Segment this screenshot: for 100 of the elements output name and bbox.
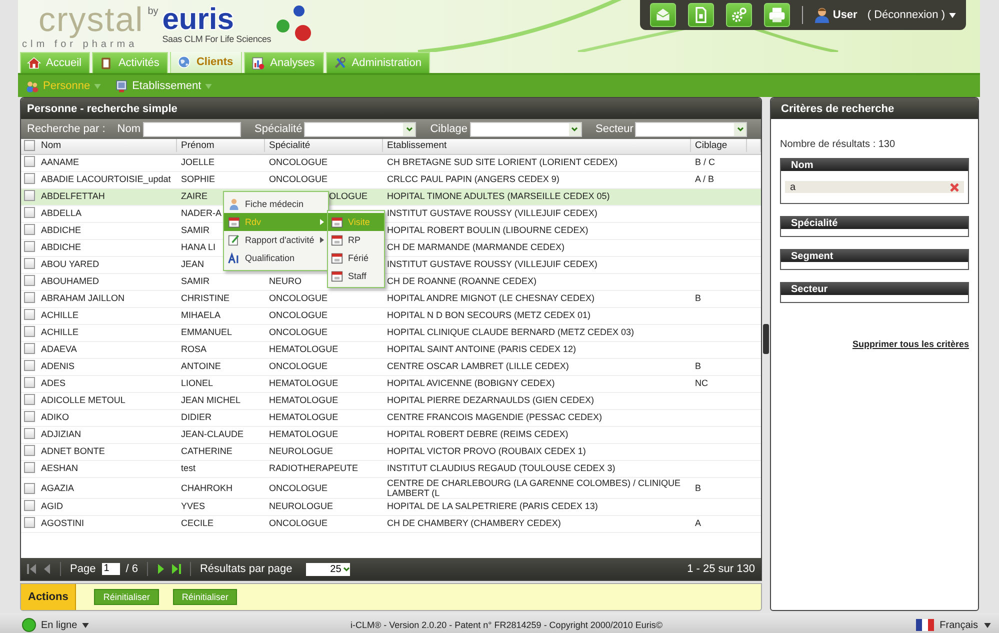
table-row[interactable]: AGOSTINI CECILE ONCOLOGUE CH DE CHAMBERY (CHAMBERY CEDEX) A: [21, 516, 761, 533]
toolbar-button[interactable]: [650, 3, 676, 27]
row-checkbox[interactable]: [24, 500, 34, 512]
table-cell: ABADIE LACOURTOISIE_updat: [41, 174, 171, 184]
row-checkbox[interactable]: [24, 360, 34, 372]
table-cell: HOPITAL TIMONE ADULTES (MARSEILLE CEDEX 05): [387, 190, 610, 201]
table-row[interactable]: ADENIS ANTOINE ONCOLOGUE CENTRE OSCAR LAMBRET (LILLE CEDEX) B: [21, 359, 761, 376]
table-row[interactable]: AGID YVES NEUROLOGUE HOPITAL DE LA SALPETRIERE (PARIS CEDEX 13): [21, 499, 761, 516]
row-checkbox[interactable]: [24, 326, 34, 338]
column-header[interactable]: Nom: [37, 139, 177, 152]
toolbar-button[interactable]: [688, 3, 714, 27]
column-header[interactable]: Etablissement: [383, 139, 691, 152]
last-page-icon[interactable]: [172, 564, 181, 574]
splitter-handle[interactable]: [763, 324, 769, 354]
globe-icon: [177, 55, 192, 69]
logout-link[interactable]: ( Déconnexion ): [867, 9, 945, 21]
column-header[interactable]: Spécialité: [265, 139, 383, 152]
table-row[interactable]: AESHAN test RADIOTHERAPEUTE INSTITUT CLAUDIUS REGAUD (TOULOUSE CEDEX 3): [21, 461, 761, 478]
table-cell: NC: [695, 378, 708, 388]
calendar-icon: [331, 234, 343, 246]
row-checkbox[interactable]: [24, 258, 34, 270]
column-header[interactable]: Prénom: [177, 139, 265, 152]
table-cell: CH DE CHAMBERY (CHAMBERY CEDEX): [387, 518, 561, 528]
previous-page-icon[interactable]: [42, 564, 51, 574]
row-checkbox[interactable]: [24, 462, 34, 474]
table-row[interactable]: ACHILLE MIHAELA ONCOLOGUE HOPITAL N D BON SECOURS (METZ CEDEX 01): [21, 308, 761, 325]
page-input[interactable]: 1: [102, 563, 120, 576]
table-row[interactable]: ADJIZIAN JEAN-CLAUDE HEMATOLOGUE HOPITAL ROBERT DEBRE (REIMS CEDEX): [21, 427, 761, 444]
row-checkbox[interactable]: [24, 411, 34, 422]
row-checkbox[interactable]: [24, 224, 34, 236]
caret-icon: [205, 84, 212, 88]
table-cell: HOPITAL CLINIQUE CLAUDE BERNARD (METZ CEDEX 03): [387, 326, 634, 337]
row-checkbox[interactable]: [24, 482, 34, 494]
chevron-icon: [571, 126, 578, 132]
table-cell: ONCOLOGUE: [269, 156, 328, 167]
select-field[interactable]: [470, 122, 582, 136]
row-checkbox[interactable]: [24, 394, 34, 406]
row-checkbox[interactable]: [24, 156, 34, 168]
status-text[interactable]: En ligne: [41, 620, 78, 630]
per-page-select[interactable]: 25: [306, 562, 350, 576]
toolbar-button[interactable]: [764, 3, 790, 27]
table-cell: DIDIER: [181, 412, 212, 422]
toolbar-button[interactable]: [726, 3, 752, 27]
table-row[interactable]: ADAEVA ROSA HEMATOLOGUE HOPITAL SAINT ANTOINE (PARIS CEDEX 12): [21, 342, 761, 359]
row-checkbox[interactable]: [24, 343, 34, 354]
row-checkbox[interactable]: [24, 428, 34, 440]
table-cell: HANA LI: [181, 242, 216, 252]
table-row[interactable]: ADICOLLE METOUL JEAN MICHEL HEMATOLOGUE HOPITAL PIERRE DEZARNAULDS (GIEN CEDEX): [21, 393, 761, 410]
table-cell: ABDICHE: [41, 242, 82, 252]
table-cell: ANTOINE: [181, 360, 221, 371]
table-cell: CECILE: [181, 518, 214, 528]
row-checkbox[interactable]: [24, 377, 34, 388]
table-cell: HOPITAL DE LA SALPETRIERE (PARIS CEDEX 13): [387, 500, 598, 511]
row-checkbox[interactable]: [24, 275, 34, 286]
flag-icon: [916, 619, 934, 631]
table-cell: YVES: [181, 500, 206, 511]
row-checkbox[interactable]: [24, 207, 34, 218]
dropdown-button[interactable]: [568, 122, 581, 136]
select-field[interactable]: [304, 122, 416, 136]
first-page-icon[interactable]: [27, 564, 36, 574]
row-checkbox[interactable]: [24, 241, 34, 252]
table-cell: EMMANUEL: [181, 326, 232, 337]
select-all-checkbox[interactable]: [24, 140, 34, 151]
dropdown-button[interactable]: [734, 122, 746, 136]
next-page-icon[interactable]: [156, 564, 166, 574]
table-cell: ADNET BONTE: [41, 446, 105, 456]
row-checkbox[interactable]: [24, 190, 34, 202]
user-name: User: [832, 9, 858, 21]
filter-name: Secteur: [596, 123, 634, 135]
spheres-icon: [275, 4, 314, 44]
clear-criteria-link[interactable]: Supprimer tous les critères: [852, 339, 969, 349]
language-selector[interactable]: Français: [940, 620, 978, 630]
table-cell: HEMATOLOGUE: [269, 412, 338, 422]
remove-icon[interactable]: [950, 182, 959, 192]
table-row[interactable]: ABRAHAM JAILLON CHRISTINE ONCOLOGUE HOPITAL ANDRE MIGNOT (LE CHESNAY CEDEX) B: [21, 291, 761, 308]
table-cell: CATHERINE: [181, 446, 232, 456]
input-field[interactable]: [142, 122, 240, 136]
row-checkbox[interactable]: [24, 445, 34, 456]
select-field[interactable]: [635, 122, 748, 136]
table-row[interactable]: ADES LIONEL HEMATOLOGUE HOPITAL AVICENNE (BOBIGNY CEDEX) NC: [21, 376, 761, 393]
table-cell: B: [695, 292, 702, 303]
row-checkbox[interactable]: [24, 309, 34, 320]
table-row[interactable]: ADNET BONTE CATHERINE NEUROLOGUE HOPITAL VICTOR PROVO (ROUBAIX CEDEX 1): [21, 444, 761, 461]
dropdown-button[interactable]: [403, 122, 416, 136]
table-row[interactable]: AANAME JOELLE ONCOLOGUE CH BRETAGNE SUD SITE LORIENT (LORIENT CEDEX) B / C: [21, 155, 761, 172]
row-checkbox[interactable]: [24, 517, 34, 528]
table-cell: ROSA: [181, 344, 207, 354]
table-row[interactable]: ADIKO DIDIER HEMATOLOGUE CENTRE FRANCOIS MAGENDIE (PESSAC CEDEX): [21, 410, 761, 427]
row-checkbox[interactable]: [24, 173, 34, 184]
page-count: / 6: [126, 563, 138, 576]
row-checkbox[interactable]: [24, 292, 34, 304]
column-header[interactable]: Ciblage: [691, 139, 747, 152]
table-row[interactable]: AGAZIA CHAHROKH ONCOLOGUE CENTRE DE CHARLEBOURG (LA GARENNE COLOMBES) / CLINIQUE LAMBERT (L B: [21, 478, 761, 499]
table-row[interactable]: ACHILLE EMMANUEL ONCOLOGUE HOPITAL CLINIQUE CLAUDE BERNARD (METZ CEDEX 03): [21, 325, 761, 342]
filter-name: Nom: [117, 123, 140, 135]
table-cell: HOPITAL SAINT ANTOINE (PARIS CEDEX 12): [387, 344, 576, 354]
actions-label: Actions: [21, 584, 76, 610]
table-cell: CENTRE OSCAR LAMBRET (LILLE CEDEX): [387, 360, 569, 371]
table-cell: ABDELFETTAH: [41, 190, 105, 201]
table-cell: ONCOLOGUE: [269, 310, 328, 320]
